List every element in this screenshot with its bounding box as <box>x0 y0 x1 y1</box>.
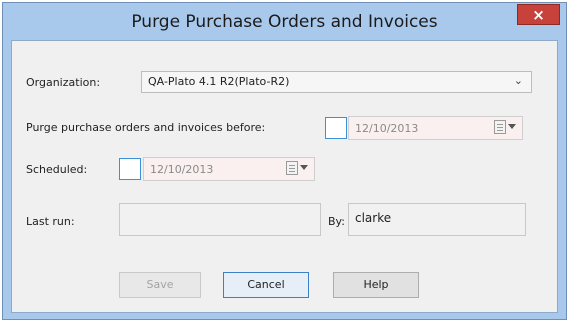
scheduled-date-value: 12/10/2013 <box>150 163 214 176</box>
dropdown-arrow-icon <box>508 124 516 129</box>
dialog-title: Purge Purchase Orders and Invoices <box>131 12 438 32</box>
save-button[interactable]: Save <box>119 272 201 298</box>
chevron-down-icon: ⌄ <box>513 74 523 87</box>
cancel-button[interactable]: Cancel <box>223 272 309 298</box>
calendar-icon <box>494 120 506 134</box>
by-label: By: <box>328 215 345 228</box>
scheduled-checkbox[interactable] <box>119 158 141 180</box>
organization-select[interactable]: QA-Plato 4.1 R2(Plato-R2) ⌄ <box>141 71 532 93</box>
purge-before-label: Purge purchase orders and invoices befor… <box>26 121 266 134</box>
by-value: clarke <box>355 211 392 225</box>
by-field: clarke <box>348 203 526 236</box>
scheduled-calendar-button[interactable] <box>286 160 310 178</box>
purge-before-date-field[interactable]: 12/10/2013 <box>348 116 523 140</box>
last-run-field <box>119 203 321 236</box>
scheduled-label: Scheduled: <box>26 163 88 176</box>
title-bar[interactable]: Purge Purchase Orders and Invoices × <box>3 3 566 40</box>
dropdown-arrow-icon <box>300 165 308 170</box>
close-button[interactable]: × <box>517 4 560 25</box>
close-icon: × <box>532 6 545 24</box>
calendar-icon <box>286 161 298 175</box>
purge-before-calendar-button[interactable] <box>494 119 518 137</box>
organization-value: QA-Plato 4.1 R2(Plato-R2) <box>148 75 290 88</box>
scheduled-date-field[interactable]: 12/10/2013 <box>143 157 315 181</box>
help-button[interactable]: Help <box>333 272 419 298</box>
organization-label: Organization: <box>26 76 101 89</box>
last-run-label: Last run: <box>26 215 75 228</box>
purge-before-date-value: 12/10/2013 <box>355 122 419 135</box>
purge-before-checkbox[interactable] <box>325 117 347 139</box>
